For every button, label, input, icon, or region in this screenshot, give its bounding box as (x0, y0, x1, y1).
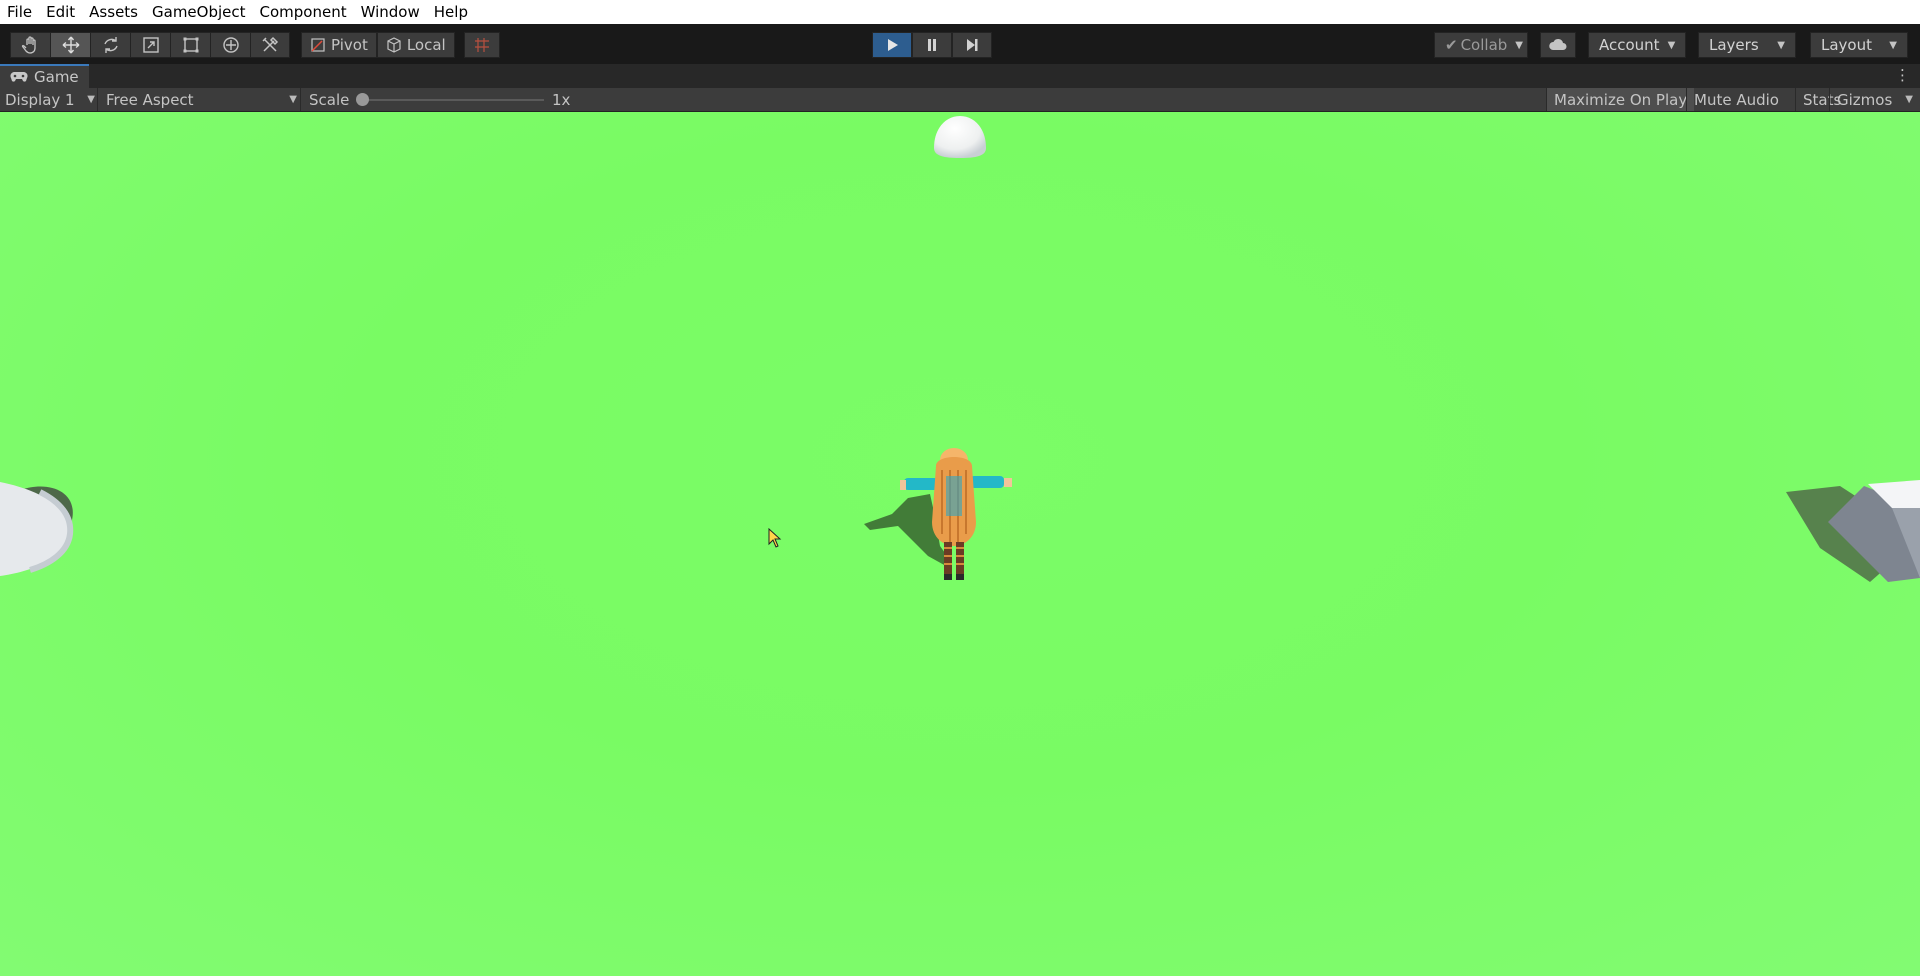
move-tool-button[interactable] (50, 32, 90, 58)
game-view-controls: Display 1 ▼ Free Aspect ▼ Scale 1x Maxim… (0, 88, 1920, 112)
hand-tool-button[interactable] (10, 32, 50, 58)
transform-tool-button[interactable] (210, 32, 250, 58)
display-label: Display 1 (5, 90, 75, 109)
pivot-toggle[interactable]: Pivot (301, 32, 377, 58)
aspect-dropdown[interactable]: Free Aspect ▼ (97, 88, 297, 111)
play-button[interactable] (872, 32, 912, 58)
scale-tool-icon (142, 37, 159, 53)
layout-dropdown[interactable]: Layout ▼ (1810, 32, 1908, 58)
step-icon (967, 39, 978, 51)
display-caret-icon: ▼ (87, 94, 95, 105)
account-caret-icon: ▼ (1667, 39, 1676, 51)
play-icon (888, 39, 898, 51)
step-button[interactable] (952, 32, 992, 58)
sphere-object (934, 116, 986, 158)
scale-slider-handle[interactable] (356, 93, 369, 106)
rotate-tool-icon (103, 37, 118, 53)
aspect-caret-icon: ▼ (289, 94, 297, 105)
menu-gameobject[interactable]: GameObject (145, 0, 253, 24)
grid-snap-button[interactable] (464, 32, 500, 58)
move-tool-icon (62, 36, 79, 54)
layers-label: Layers (1709, 36, 1759, 54)
scale-tool-button[interactable] (130, 32, 170, 58)
gizmos-toggle[interactable]: Gizmos ▼ (1829, 88, 1920, 111)
mute-audio-toggle[interactable]: Mute Audio (1686, 88, 1786, 111)
transform-tool-icon (222, 37, 239, 53)
scale-value: 1x (552, 90, 571, 109)
pivot-icon (311, 38, 325, 52)
collab-check-icon: ✔ (1445, 36, 1458, 54)
tab-game[interactable]: Game (0, 64, 89, 88)
pivot-group: Pivot Local (301, 32, 455, 58)
menu-window[interactable]: Window (354, 0, 427, 24)
local-cube-icon (387, 37, 401, 53)
rotate-tool-button[interactable] (90, 32, 130, 58)
tab-game-label: Game (34, 68, 79, 86)
collab-caret-icon: ▼ (1515, 39, 1523, 51)
layout-caret-icon: ▼ (1889, 39, 1897, 51)
collab-dropdown[interactable]: ✔ Collab ▼ (1434, 32, 1528, 58)
game-tab-bar: Game ⋮ (0, 64, 1920, 88)
gizmos-label: Gizmos (1837, 90, 1893, 109)
cylinder-object (0, 482, 74, 576)
menu-help[interactable]: Help (427, 0, 475, 24)
gizmos-caret-icon: ▼ (1905, 94, 1913, 105)
cloud-icon (1549, 38, 1567, 50)
cloud-button[interactable] (1540, 32, 1576, 58)
maximize-on-play-toggle[interactable]: Maximize On Play (1546, 88, 1695, 111)
menu-bar: File Edit Assets GameObject Component Wi… (0, 0, 1920, 24)
main-toolbar: Pivot Local ✔ Collab ▼ Account ▼ Layers … (0, 24, 1920, 64)
player-character (864, 448, 1012, 580)
menu-file[interactable]: File (0, 0, 39, 24)
snap-group (464, 32, 500, 58)
account-dropdown[interactable]: Account ▼ (1588, 32, 1686, 58)
pause-button[interactable] (912, 32, 952, 58)
custom-tool-icon (262, 36, 279, 52)
menu-edit[interactable]: Edit (39, 0, 82, 24)
scale-label: Scale (300, 88, 349, 111)
playback-controls (872, 32, 992, 58)
account-label: Account (1599, 36, 1660, 54)
menu-component[interactable]: Component (253, 0, 354, 24)
custom-tool-button[interactable] (250, 32, 290, 58)
layout-label: Layout (1821, 36, 1872, 54)
layers-dropdown[interactable]: Layers ▼ (1698, 32, 1796, 58)
layers-caret-icon: ▼ (1777, 39, 1785, 51)
local-label: Local (406, 36, 446, 54)
mouse-cursor-icon (768, 528, 782, 548)
grid-snap-icon (475, 38, 489, 52)
cube-object (1786, 480, 1920, 582)
hand-tool-icon (21, 36, 36, 54)
display-dropdown[interactable]: Display 1 ▼ (5, 88, 95, 111)
menu-assets[interactable]: Assets (82, 0, 145, 24)
collab-label: Collab (1460, 36, 1508, 54)
scale-slider-track[interactable] (362, 99, 544, 101)
gamepad-icon (10, 72, 28, 82)
aspect-label: Free Aspect (106, 90, 194, 109)
rect-tool-icon (183, 37, 198, 53)
rect-tool-button[interactable] (170, 32, 210, 58)
pivot-label: Pivot (331, 36, 368, 54)
pause-icon (928, 39, 936, 51)
local-toggle[interactable]: Local (376, 32, 455, 58)
game-viewport[interactable] (0, 112, 1920, 976)
transform-tools (10, 32, 290, 58)
tab-menu-icon[interactable]: ⋮ (1895, 66, 1910, 84)
